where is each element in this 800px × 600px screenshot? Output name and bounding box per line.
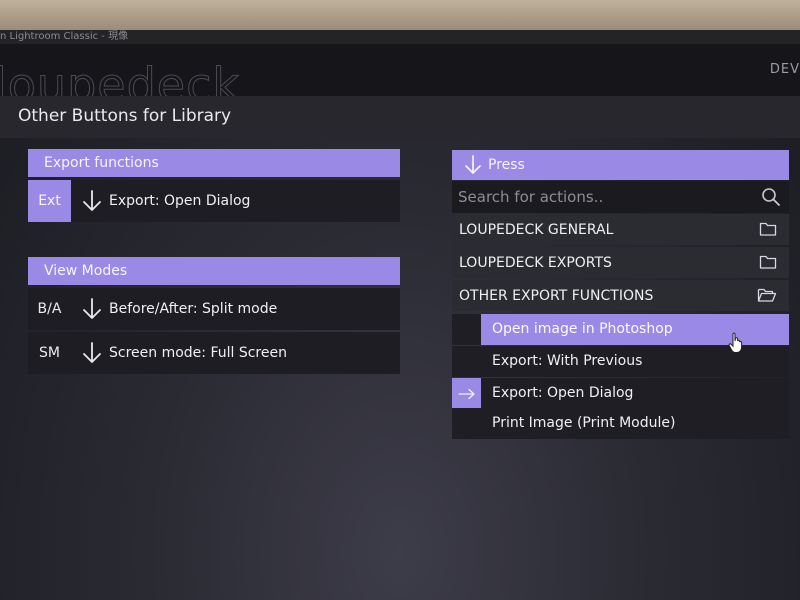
search-input[interactable]: [458, 188, 748, 206]
button-key-ext[interactable]: Ext: [28, 180, 71, 222]
action-search-bar: [452, 181, 789, 213]
folder-other-export-functions[interactable]: OTHER EXPORT FUNCTIONS: [452, 280, 789, 311]
action-label: Export: With Previous: [492, 353, 643, 369]
press-down-icon: [83, 342, 101, 363]
folder-loupedeck-exports[interactable]: LOUPEDECK EXPORTS: [452, 247, 789, 278]
folder-loupedeck-general[interactable]: LOUPEDECK GENERAL: [452, 214, 789, 245]
button-key-sm[interactable]: SM: [28, 332, 71, 374]
press-panel-title: Press: [488, 157, 525, 173]
arrow-right-icon: [457, 388, 475, 399]
press-down-icon: [83, 298, 101, 319]
page-title: Other Buttons for Library: [18, 106, 232, 126]
button-row-sm[interactable]: SM Screen mode: Full Screen: [28, 332, 400, 374]
button-row-ext[interactable]: Ext Export: Open Dialog: [28, 180, 400, 222]
action-item[interactable]: Export: Open Dialog: [452, 378, 789, 409]
press-down-icon: [465, 155, 481, 174]
button-action-label: Export: Open Dialog: [109, 193, 251, 209]
action-label: Export: Open Dialog: [492, 385, 634, 401]
panel-header-export-functions: Export functions: [28, 149, 400, 177]
folder-label: OTHER EXPORT FUNCTIONS: [459, 287, 654, 304]
folder-icon: [759, 222, 777, 236]
window-title: n Lightroom Classic - 現像: [0, 31, 129, 42]
button-key-ba[interactable]: B/A: [28, 288, 71, 330]
button-row-ba[interactable]: B/A Before/After: Split mode: [28, 288, 400, 330]
action-label: Print Image (Print Module): [492, 415, 676, 431]
monitor-bezel: [0, 0, 800, 30]
press-down-icon: [83, 190, 101, 211]
folder-label: LOUPEDECK GENERAL: [459, 221, 614, 238]
button-action-label: Before/After: Split mode: [109, 301, 278, 317]
press-panel-header: Press: [452, 150, 789, 180]
folder-icon: [759, 255, 777, 269]
folder-open-icon: [757, 288, 777, 302]
assigned-marker: [452, 378, 481, 409]
panel-header-view-modes: View Modes: [28, 257, 400, 285]
action-item[interactable]: Print Image (Print Module): [452, 408, 789, 439]
hand-cursor-icon: [728, 332, 743, 353]
folder-label: LOUPEDECK EXPORTS: [459, 254, 612, 271]
nav-tab-develop[interactable]: DEV: [770, 62, 800, 77]
action-label: Open image in Photoshop: [492, 321, 673, 337]
search-icon[interactable]: [761, 187, 781, 207]
button-action-label: Screen mode: Full Screen: [109, 345, 287, 361]
window-titlebar: n Lightroom Classic - 現像: [0, 30, 800, 44]
